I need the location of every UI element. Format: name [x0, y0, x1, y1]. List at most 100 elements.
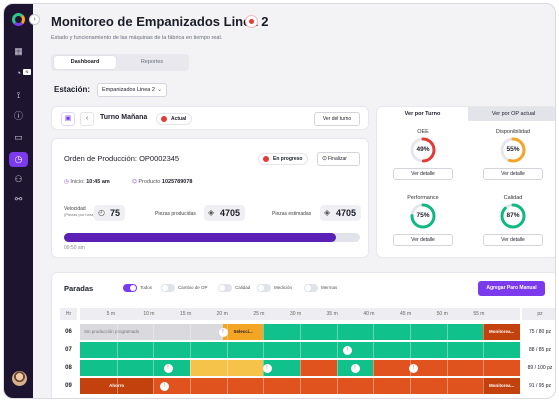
- station-select[interactable]: Empanizados Linea 2 ⌄: [97, 83, 167, 97]
- grid-line: [153, 342, 155, 358]
- dashboard-icon[interactable]: ▦: [12, 45, 25, 58]
- prev-shift-button[interactable]: ‹: [80, 112, 94, 126]
- grid-line: [410, 324, 411, 340]
- timeline-segment[interactable]: [80, 360, 190, 376]
- rocket-icon[interactable]: ⟟: [12, 89, 25, 102]
- grid-line: [116, 360, 118, 376]
- stop-marker-icon[interactable]: !: [262, 363, 272, 373]
- grid-line: [190, 342, 191, 358]
- timeline-segment[interactable]: Monitorea...: [483, 378, 520, 394]
- grid-line: [446, 360, 448, 376]
- row-pieces: 89 / 100 pz: [527, 365, 553, 371]
- grid-line: [336, 360, 338, 376]
- order-status-label: En progreso: [273, 156, 303, 162]
- grid-line: [300, 360, 301, 376]
- stop-marker-icon[interactable]: !: [163, 363, 173, 373]
- tab-ver-por-turno[interactable]: Ver por Turno: [377, 107, 468, 121]
- timeline-segment[interactable]: Selecci...: [223, 324, 264, 340]
- timeline-segment[interactable]: [153, 378, 484, 394]
- filter-toggle-todos[interactable]: Todos: [123, 284, 152, 292]
- gauge-value: 87%: [506, 212, 520, 219]
- tab-ver-por-op[interactable]: Ver por OP actual: [468, 107, 555, 121]
- stop-marker-icon[interactable]: !: [343, 345, 353, 355]
- shift-card: ▣ ‹ Turno Mañana Actual Ver del turno: [51, 106, 369, 130]
- minute-label: 5 m: [106, 311, 115, 317]
- stop-marker-icon[interactable]: !: [218, 327, 228, 337]
- production-order-card: Orden de Producción: OP0002345 En progre…: [51, 138, 369, 258]
- tab-dashboard[interactable]: Dashboard: [54, 56, 116, 69]
- layers-icon: ◈: [208, 208, 215, 217]
- row-pieces: 75 / 80 pz: [529, 329, 551, 335]
- add-manual-stop-button[interactable]: Agregar Paro Manual: [478, 281, 545, 296]
- grid-line: [116, 324, 118, 340]
- grid-line: [446, 378, 448, 394]
- gauge-calidad: Calidad 87% Ver detalle: [473, 195, 553, 257]
- start-label: Inicio:: [70, 179, 85, 185]
- timeline-segment[interactable]: Monitorea...: [483, 324, 520, 340]
- filter-toggle-calidad[interactable]: Calidad: [218, 284, 250, 292]
- order-number: OP0002345: [139, 154, 180, 163]
- grid-line: [410, 378, 411, 394]
- grid-line: [446, 342, 448, 358]
- minute-label: 35 m: [326, 311, 338, 317]
- tab-reportes[interactable]: Reportes: [121, 56, 183, 69]
- stop-marker-icon[interactable]: !: [409, 363, 419, 373]
- row-hour: 06: [65, 329, 72, 335]
- speedometer-icon: ◴: [98, 208, 105, 217]
- filter-toggle-medición[interactable]: Medición: [257, 284, 292, 292]
- timeline-segment[interactable]: Sin producción programado: [80, 324, 223, 340]
- filter-toggle-cambio-de-op[interactable]: Cambio de OP: [161, 284, 208, 292]
- minute-label: 30 m: [290, 311, 302, 317]
- view-detail-button[interactable]: Ver detalle: [483, 168, 543, 180]
- produced-label: Piezas producidas: [155, 211, 196, 217]
- view-tabs: Dashboard Reportes: [51, 54, 189, 71]
- grid-line: [263, 378, 265, 394]
- view-detail-button[interactable]: Ver detalle: [393, 168, 453, 180]
- row-pieces: 91 / 95 pz: [529, 383, 551, 389]
- minute-label: 55 m: [473, 311, 485, 317]
- gauge-value: 55%: [506, 146, 520, 153]
- stop-marker-icon[interactable]: !: [159, 381, 169, 391]
- toggle-switch[interactable]: [218, 284, 232, 292]
- row-hour: 09: [65, 383, 72, 389]
- gauge-icon[interactable]: ◷: [9, 152, 28, 167]
- finish-order-button[interactable]: ⊙ Finalizar: [317, 152, 360, 166]
- grid-line: [446, 324, 448, 340]
- window-icon[interactable]: ▭: [12, 131, 25, 144]
- toggle-switch[interactable]: [257, 284, 271, 292]
- sidebar: › ▦ ◔ N ⟟ ⓘ ▭ ◷ ⚇ ⚯: [4, 4, 40, 398]
- view-detail-button[interactable]: Ver detalle: [483, 234, 543, 246]
- shift-status-label: Actual: [171, 116, 187, 122]
- toggle-switch[interactable]: [161, 284, 175, 292]
- finish-order-label: Finalizar: [328, 156, 347, 162]
- connections-icon[interactable]: ⚯: [12, 193, 25, 206]
- grid-line: [153, 324, 155, 340]
- toggle-label: Todos: [140, 285, 153, 290]
- timeline-segment[interactable]: [300, 360, 337, 376]
- toggle-switch[interactable]: [123, 284, 137, 292]
- grid-line: [336, 342, 338, 358]
- filter-toggle-mermas[interactable]: Mermas: [304, 284, 337, 292]
- stop-marker-icon[interactable]: !: [350, 363, 360, 373]
- minute-label: 15 m: [180, 311, 192, 317]
- progress-time: 09:50 am: [64, 245, 85, 251]
- view-detail-button[interactable]: Ver detalle: [393, 234, 453, 246]
- order-product: ⌬ Producto 1025789078: [132, 179, 192, 185]
- estimated-value-box: ◈ 4705: [320, 205, 362, 221]
- view-shift-button[interactable]: Ver del turno: [314, 112, 360, 126]
- toggle-switch[interactable]: [304, 284, 318, 292]
- gauge-performance: Performance 75% Ver detalle: [383, 195, 463, 257]
- avatar[interactable]: [12, 371, 27, 386]
- alert-icon[interactable]: ⓘ: [12, 110, 25, 123]
- layers-icon: ◈: [324, 208, 331, 217]
- order-heading: Orden de Producción: OP0002345: [64, 154, 179, 163]
- users-icon[interactable]: ⚇: [12, 173, 25, 186]
- app-window: › ▦ ◔ N ⟟ ⓘ ▭ ◷ ⚇ ⚯ Monitoreo de Empaniz…: [3, 3, 556, 399]
- grid-line: [263, 342, 265, 358]
- gauge-title: Calidad: [503, 195, 523, 201]
- grid-line: [190, 324, 191, 340]
- grid-line: [116, 342, 118, 358]
- product-code: 1025789078: [161, 179, 193, 185]
- grid-line: [226, 360, 228, 376]
- calendar-icon[interactable]: ▣: [61, 112, 75, 126]
